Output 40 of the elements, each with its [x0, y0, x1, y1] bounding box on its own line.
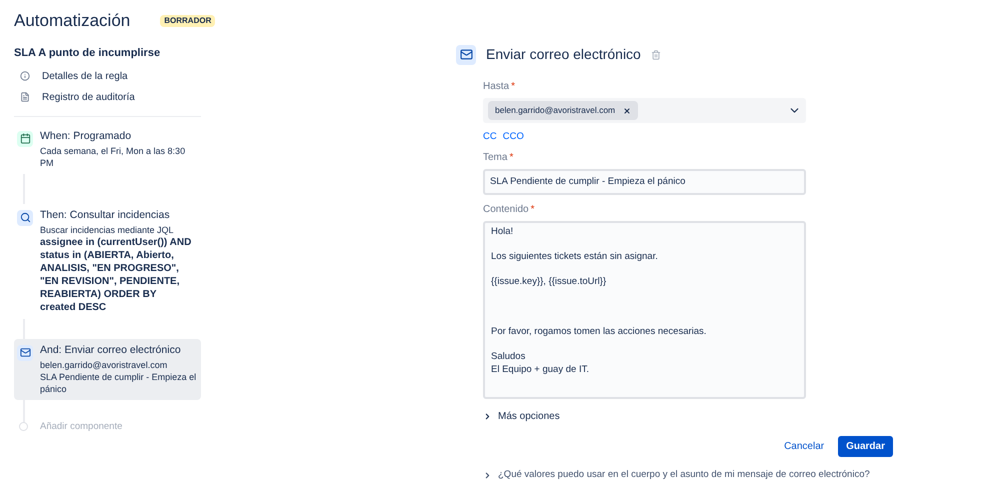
cancel-button[interactable]: Cancelar — [778, 436, 830, 458]
remove-icon[interactable] — [623, 106, 632, 114]
document-icon — [20, 92, 30, 102]
status-lozenge: BORRADOR — [160, 15, 216, 27]
required-mark: * — [530, 203, 534, 218]
save-button[interactable]: Guardar — [838, 436, 893, 458]
info-icon — [20, 71, 30, 81]
component-detail: belen.garrido@avoristravel.com — [40, 358, 168, 370]
chevron-right-icon — [483, 412, 492, 422]
recipient-tag: belen.garrido@avoristravel.com — [488, 101, 638, 120]
sidebar-link[interactable]: Detalles de la regla — [14, 66, 201, 86]
component-title: And: Enviar correo electrónico — [40, 344, 182, 356]
mail-icon — [456, 44, 476, 64]
cc-link[interactable]: CCO — [502, 130, 524, 144]
field-label: Tema — [483, 151, 508, 166]
rule-name: SLA A punto de incumplirse — [14, 46, 162, 61]
field-label: Hasta — [483, 80, 510, 94]
recipient-select[interactable]: belen.garrido@avoristravel.com — [483, 98, 806, 123]
component-title: Then: Consultar incidencias — [40, 208, 171, 220]
component-title: When: Programado — [40, 130, 132, 142]
required-mark: * — [509, 151, 514, 166]
required-mark: * — [511, 80, 516, 94]
component-detail: Cada semana, el Fri, Mon a las 8:30 PM — [40, 144, 186, 168]
mail-icon — [17, 344, 33, 360]
help-toggle[interactable]: ¿Qué valores puedo usar en el cuerpo y el asunto de mi mensaje de correo electrónico? — [483, 468, 870, 482]
editor-title: Enviar correo electrónico — [486, 45, 641, 64]
subject-field[interactable]: SLA Pendiente de cumplir - Empieza el pánico — [483, 169, 806, 196]
calendar-icon — [17, 130, 33, 146]
page-title: Automatización — [14, 10, 130, 32]
chevron-right-icon — [483, 470, 492, 480]
field-label: Contenido — [483, 203, 529, 218]
more-options-toggle[interactable]: Más opciones — [483, 409, 560, 424]
cc-link[interactable]: CC — [483, 130, 497, 144]
sidebar-link[interactable]: Registro de auditoría — [14, 86, 201, 108]
component-detail: Buscar incidencias mediante JQL — [40, 224, 175, 236]
rule-component[interactable]: And: Enviar correo electrónico belen.garrido@avoristravel.com SLA Pendiente de cumplir - Empieza el pánico — [14, 338, 201, 400]
component-detail: SLA Pendiente de cumplir - Empieza el pánico — [40, 370, 198, 394]
content-textarea[interactable]: Hola! Los siguientes tickets están sin asignar. {{issue.key}}, {{issue.toUrl}} Por favor, rogamos tomen las acciones necesarias. Saludos El Equipo + guay de IT. — [483, 221, 806, 400]
jql-query: assignee in (currentUser()) AND status in (ABIERTA, Abierto, ANALISIS, "EN PROGRESO", "EN REVISION", PENDIENTE, REABIERTA) ORDER BY created DESC — [40, 236, 192, 314]
search-icon — [17, 210, 33, 226]
